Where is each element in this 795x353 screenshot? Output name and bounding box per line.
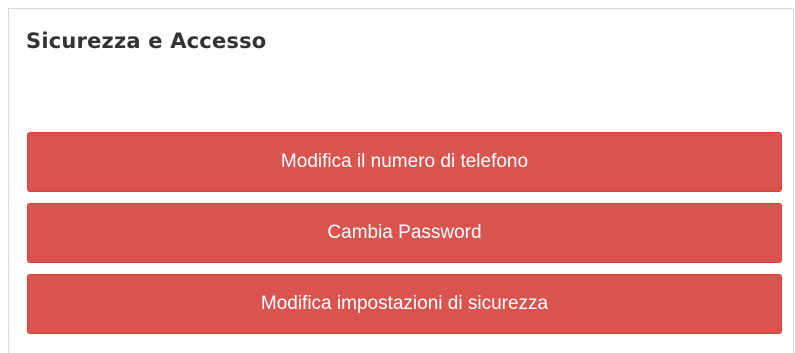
security-settings-label: Modifica impostazioni di sicurezza [260,293,549,314]
change-password-label: Cambia Password [327,222,482,243]
change-phone-number-label: Modifica il numero di telefono [280,151,529,172]
security-settings-button[interactable]: Modifica impostazioni di sicurezza [27,274,782,334]
change-phone-number-button[interactable]: Modifica il numero di telefono [27,132,782,192]
security-access-panel: Sicurezza e Accesso Modifica il numero d… [8,8,794,353]
panel-title: Sicurezza e Accesso [26,29,267,53]
change-password-button[interactable]: Cambia Password [27,203,782,263]
